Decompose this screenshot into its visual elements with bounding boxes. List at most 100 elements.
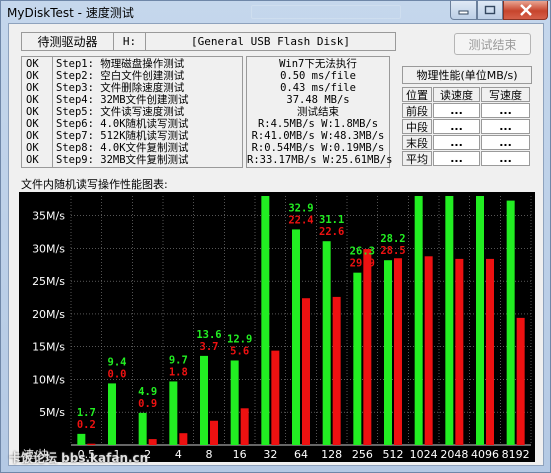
write-bar [271,350,280,445]
x-tick-label: 1024 [410,448,438,461]
window-title: MyDiskTest - 速度测试 [7,6,134,20]
row-label: 中段 [402,119,432,134]
step-status: OK [26,154,39,166]
step-status: OK [26,142,39,154]
minimize-button[interactable] [450,1,477,20]
step-status-column: OK OK OK OK OK OK OK OK OK [21,56,53,168]
step-status: OK [26,130,39,142]
step-result: R:0.54MB/s W:0.19MB/s [251,142,385,154]
step-result: 0.50 ms/file [280,70,356,82]
step-label: Step4: 32MB文件创建测试 [56,94,189,106]
performance-row: 末段 ... ... [402,135,532,151]
chart-label: 文件内随机读写操作性能图表: [21,178,168,191]
title-bar[interactable]: MyDiskTest - 速度测试 [1,1,550,23]
client-area: 待测驱动器 H: [General USB Flash Disk] 测试结束 O… [8,23,544,466]
write-bar [486,258,494,445]
read-data-label: 4.9 [138,386,157,398]
close-button[interactable] [503,1,548,20]
write-bar [240,408,249,445]
read-data-label: 31.1 [319,214,344,226]
read-data-label: 12.9 [227,333,252,345]
read-bar [414,196,423,445]
x-tick-label: 4 [175,448,182,461]
x-tick-label: 512 [383,448,404,461]
row-label: 平均 [402,151,432,166]
read-data-label: 26.3 [350,246,375,258]
drive-letter[interactable]: H: [114,32,146,51]
step-status: OK [26,94,39,106]
step-label: Step7: 512K随机读写测试 [56,130,189,142]
step-label: Step5: 文件读写速度测试 [56,106,185,118]
step-result: 0.43 ms/file [280,82,356,94]
performance-table: 位置 读速度 写速度 前段 ... ... 中段 ... ... 末段 ... … [402,87,532,167]
write-bar [302,298,310,445]
step-result: R:4.5MB/s W:1.8MB/s [257,118,379,130]
step-label: Step6: 4.0K随机读写测试 [56,118,189,130]
read-bar [138,412,147,445]
step-result: R:33.17MB/s W:25.61MB/s [247,154,393,166]
performance-row: 平均 ... ... [402,151,532,167]
x-tick-label: 8 [206,448,213,461]
x-tick-label: 8192 [502,448,530,461]
step-result: Win7下无法执行 [279,58,357,70]
write-bar [394,258,402,445]
row-label: 前段 [402,103,432,118]
read-bar [445,196,454,445]
write-data-label: 28.5 [380,245,405,257]
read-data-label: 9.7 [169,354,188,366]
read-bar [77,433,86,445]
maximize-button[interactable] [477,1,503,20]
read-bar [200,355,208,445]
write-value: ... [481,135,530,150]
write-data-label: 0.0 [108,368,127,380]
y-tick-label: 20M/s [32,308,65,321]
performance-chart: 5M/s 10M/s 15M/s 20M/s 25M/s 30M/s 35M/s 速/块 1.7… [19,192,535,462]
y-tick-label: 10M/s [32,373,65,386]
read-value: ... [433,135,480,150]
y-tick-label: 30M/s [32,242,65,255]
write-bar [87,443,96,445]
performance-row: 前段 ... ... [402,103,532,119]
step-status: OK [26,82,39,94]
write-data-label: 0.9 [138,398,157,410]
performance-title: 物理性能(单位MB/s) [402,66,532,84]
read-data-label: 9.4 [108,356,127,368]
read-bar [108,383,116,445]
read-bar [230,360,239,445]
read-bar [384,260,392,445]
write-data-label: 5.6 [230,345,249,357]
x-tick-label: 64 [294,448,308,461]
drive-name: [General USB Flash Disk] [146,32,396,51]
write-data-label: 22.6 [319,226,344,238]
write-value: ... [481,119,530,134]
write-bar [210,420,218,445]
write-bar [332,296,341,445]
read-data-label: 28.2 [380,233,405,245]
write-value: ... [481,103,530,118]
x-tick-label: 256 [352,448,373,461]
read-data-label: 13.6 [196,329,221,341]
y-tick-label: 35M/s [32,210,65,223]
read-bar [322,241,331,445]
write-bar [516,317,525,445]
read-value: ... [433,103,480,118]
step-label: Step8: 4.0K文件复制测试 [56,142,189,154]
header-position: 位置 [402,87,432,102]
write-bar [455,258,464,445]
read-bar [261,196,270,445]
step-result: R:41.0MB/s W:48.3MB/s [251,130,385,142]
write-data-label: 29.9 [350,258,375,270]
x-tick-label: 128 [321,448,342,461]
row-label: 末段 [402,135,432,150]
write-data-label: 1.8 [169,366,188,378]
read-value: ... [433,151,480,166]
end-test-button[interactable]: 测试结束 [454,33,531,55]
watermark: 卡饭论坛 bbs.kafan.cn [9,451,149,465]
maximize-icon [484,5,496,15]
header-read-speed: 读速度 [433,87,480,102]
write-data-label: 22.4 [288,214,313,226]
step-status: OK [26,106,39,118]
x-tick-label: 16 [233,448,247,461]
read-bar [169,381,178,445]
app-window: MyDiskTest - 速度测试 待测驱动器 H: [General USB … [0,0,551,473]
